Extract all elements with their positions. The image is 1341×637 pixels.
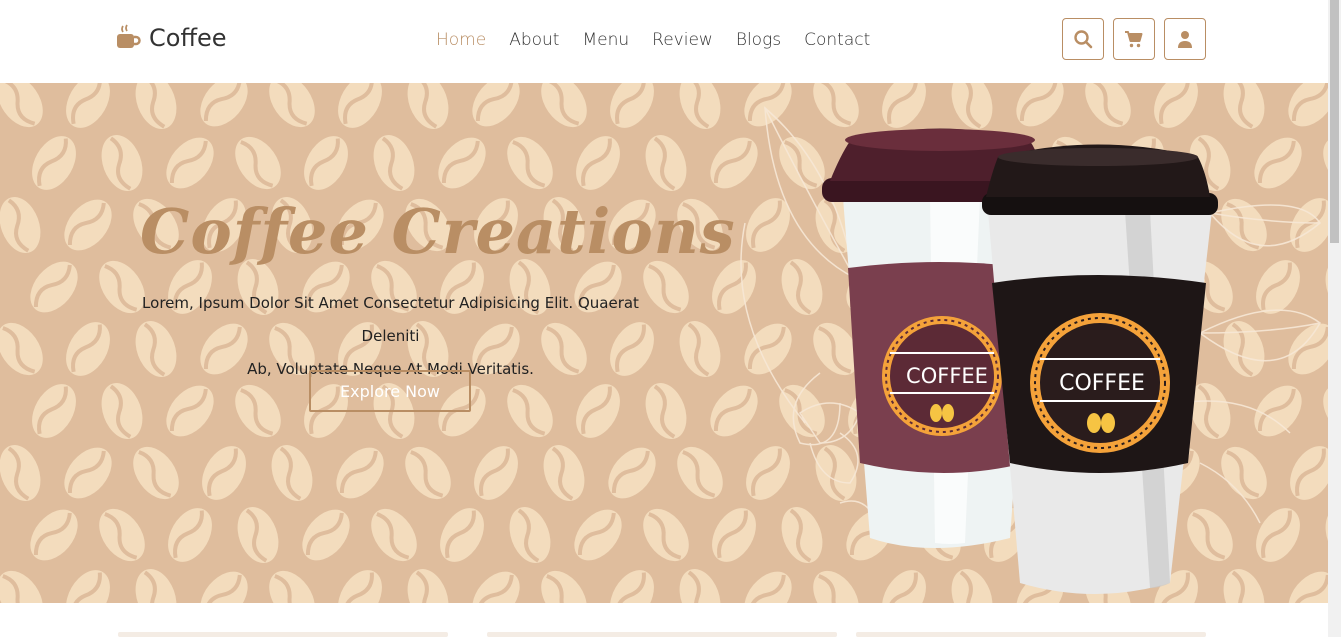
coffee-bean [599,560,665,603]
coffee-bean [636,127,696,199]
hero-title: Coffee Creations [140,195,736,268]
page-scrollbar[interactable] [1328,0,1341,637]
card-peek-3 [856,632,1206,637]
cart-button[interactable] [1113,18,1155,60]
hero-description-line-1: Lorem, Ipsum Dolor Sit Amet Consectetur … [142,294,639,345]
coffee-bean [495,126,565,200]
search-icon [1074,30,1093,49]
coffee-bean [55,312,121,386]
coffee-bean [670,83,730,137]
coffee-bean [393,436,463,510]
coffee-bean [262,437,322,509]
coffee-bean [92,375,152,447]
nav-blogs[interactable]: Blogs [736,30,781,50]
coffee-bean [228,499,288,571]
coffee-bean [18,498,90,572]
coffee-bean [257,83,327,138]
brand-name: Coffee [149,24,227,52]
coffee-bean [529,83,599,138]
nav-contact[interactable]: Contact [804,30,870,50]
coffee-bean [364,127,424,199]
search-button[interactable] [1062,18,1104,60]
coffee-bean [0,560,55,603]
coffee-bean [188,83,260,138]
coffee-bean [636,375,696,447]
coffee-bean [0,83,55,138]
nav-menu[interactable]: Menu [582,30,629,50]
coffee-bean [126,83,186,137]
coffee-bean [21,374,87,448]
cup-label-2: COFFEE [1059,371,1145,396]
user-button[interactable] [1164,18,1206,60]
nav-about[interactable]: About [509,30,559,50]
coffee-bean [188,560,260,603]
coffee-bean [327,560,393,603]
coffee-bean [327,83,393,138]
coffee-bean [596,436,668,510]
coffee-bean [460,560,532,603]
card-peek-2 [487,632,837,637]
logo[interactable]: Coffee [115,24,227,52]
coffee-bean [87,498,157,572]
coffee-bean [631,498,701,572]
coffee-bean [398,561,458,603]
coffee-bean [426,126,498,200]
coffee-bean [429,498,495,572]
coffee-bean [565,374,631,448]
site-header: Coffee Home About Menu Review Blogs Cont… [0,0,1328,82]
coffee-bean [0,189,50,261]
coffee-bean [223,126,293,200]
user-icon [1178,31,1192,48]
cart-icon [1125,31,1143,48]
scrollbar-thumb[interactable] [1330,0,1339,243]
coffee-bean [126,561,186,603]
coffee-bean [52,188,124,262]
coffee-bean [92,127,152,199]
next-section-peek [0,603,1328,637]
coffee-bean [0,437,50,509]
card-peek-1 [118,632,448,637]
coffee-bean [223,374,293,448]
coffee-bean [55,560,121,603]
coffee-bean [529,560,599,603]
coffee-bean [398,83,458,137]
coffee-bean [18,250,90,324]
coffee-bean [21,126,87,200]
coffee-bean [463,436,529,510]
coffee-bean [191,436,257,510]
nav-home[interactable]: Home [436,30,486,50]
nav-review[interactable]: Review [652,30,713,50]
coffee-bean [0,312,55,386]
hero-section: Coffee Creations Lorem, Ipsum Dolor Sit … [0,83,1328,603]
coffee-bean [154,374,226,448]
coffee-bean [157,498,223,572]
coffee-bean [670,313,730,385]
main-nav: Home About Menu Review Blogs Contact [436,30,870,50]
coffee-bean [670,561,730,603]
coffee-bean [565,126,631,200]
coffee-bean [293,126,359,200]
coffee-bean [534,437,594,509]
coffee-bean [324,436,396,510]
coffee-bean [665,436,735,510]
coffee-cup-icon [117,24,141,48]
coffee-bean [55,83,121,138]
coffee-cups-image: COFFEE COFFEE [740,106,1321,594]
coffee-bean [562,498,634,572]
coffee-bean [52,436,124,510]
coffee-bean [495,374,565,448]
coffee-bean [599,83,665,138]
coffee-bean [257,560,327,603]
coffee-bean [121,436,191,510]
coffee-bean [290,498,362,572]
coffee-bean [500,499,560,571]
cup-label-1: COFFEE [906,364,988,388]
coffee-bean [460,83,532,138]
coffee-bean [154,126,226,200]
explore-now-button[interactable]: Explore Now [309,370,471,412]
coffee-bean [359,498,429,572]
